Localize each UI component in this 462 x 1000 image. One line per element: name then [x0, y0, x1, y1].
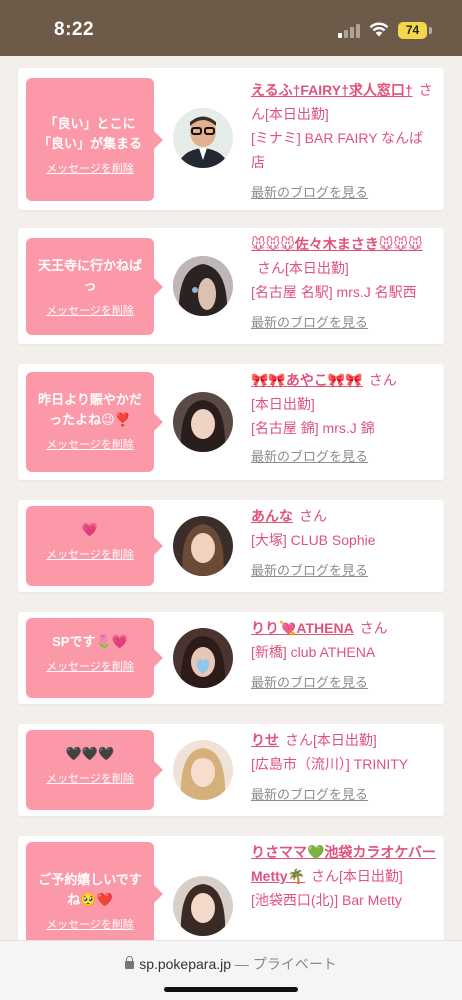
work-status: [本日出勤]: [251, 396, 315, 412]
shop-name: [広島市（流川）] TRINITY: [251, 756, 409, 772]
honorific: さん: [299, 508, 327, 524]
message-bubble: SPです🌷💗 メッセージを削除: [26, 618, 163, 698]
message-card: SPです🌷💗 メッセージを削除 りり💘ATHENA さん [新橋] club AT…: [18, 612, 444, 704]
shop-name: [大塚] CLUB Sophie: [251, 532, 376, 548]
card-info: えるふ†FAIRY†求人窓口† さん[本日出勤] [ミナミ] BAR FAIRY …: [251, 78, 437, 205]
latest-blog-link[interactable]: 最新のブログを見る: [251, 449, 368, 464]
status-time: 8:22: [54, 19, 95, 40]
woman-avatar-icon: [173, 392, 233, 452]
message-text: 💗: [81, 522, 99, 537]
woman-hair-clip-avatar-icon: [173, 256, 233, 316]
card-info: あんな さん [大塚] CLUB Sophie 最新のブログを見る: [251, 504, 437, 583]
honorific: さん: [359, 620, 388, 636]
battery-tip: [429, 27, 432, 34]
message-text: 昨日より賑やかだったよね😉❣️: [38, 392, 142, 427]
honorific: さん: [311, 868, 339, 884]
signal-icon: [338, 24, 362, 38]
message-text: 🖤🖤🖤: [65, 746, 115, 761]
cast-name-link[interactable]: えるふ†FAIRY†求人窓口†: [251, 82, 413, 98]
message-text: 「良い」とこに「良い」が集まる: [37, 116, 142, 151]
avatar[interactable]: [173, 392, 233, 452]
delete-message-link[interactable]: メッセージを削除: [32, 770, 148, 786]
card-info: 🐭🐭🐭佐々木まさき🐭🐭🐭さん[本日出勤] [名古屋 名駅] mrs.J 名駅西 …: [251, 232, 437, 335]
lock-icon: [125, 956, 135, 969]
latest-blog-link[interactable]: 最新のブログを見る: [251, 675, 368, 690]
message-text: 天王寺に行かねばっ: [37, 258, 142, 293]
work-status: [本日出勤]: [265, 106, 329, 122]
avatar[interactable]: [173, 740, 233, 800]
card-info: りさママ💚池袋カラオケバーMetty🌴 さん[本日出勤] [池袋西口(北)] Ba…: [251, 840, 437, 912]
card-info: りり💘ATHENA さん [新橋] club ATHENA 最新のブログを見る: [251, 616, 437, 695]
man-with-glasses-avatar-icon: [173, 108, 233, 168]
message-card: 「良い」とこに「良い」が集まる メッセージを削除 えるふ†FAIRY†求人窓口†…: [18, 68, 444, 210]
avatar[interactable]: [173, 516, 233, 576]
message-bubble: 💗 メッセージを削除: [26, 506, 163, 586]
cast-name-link[interactable]: りせ: [251, 732, 279, 748]
card-info: りせ さん[本日出勤] [広島市（流川）] TRINITY 最新のブログを見る: [251, 728, 437, 807]
work-status: [本日出勤]: [313, 732, 377, 748]
message-text: SPです🌷💗: [52, 634, 128, 649]
woman-heart-sticker-avatar-icon: [173, 628, 233, 688]
blonde-woman-avatar-icon: [173, 740, 233, 800]
url-domain: sp.pokepara.jp: [139, 956, 232, 972]
avatar[interactable]: [173, 876, 233, 936]
message-text: ご予約嬉しいですね🥺❤️: [38, 872, 142, 907]
work-status: [本日出勤]: [339, 868, 403, 884]
avatar[interactable]: [173, 108, 233, 168]
work-status: [本日出勤]: [285, 260, 349, 276]
cast-name-link[interactable]: りり💘ATHENA: [251, 620, 354, 636]
card-info: 🎀🎀あやこ🎀🎀 さん [本日出勤] [名古屋 錦] mrs.J 錦 最新のブログを…: [251, 368, 437, 469]
message-card: 🖤🖤🖤 メッセージを削除 りせ さん[本日出勤] [広島市（流川）] TRINIT…: [18, 724, 444, 816]
shop-name: [名古屋 名駅] mrs.J 名駅西: [251, 284, 417, 300]
browsing-mode: プライベート: [252, 956, 337, 972]
message-bubble: 🖤🖤🖤 メッセージを削除: [26, 730, 163, 810]
delete-message-link[interactable]: メッセージを削除: [32, 916, 148, 932]
latest-blog-link[interactable]: 最新のブログを見る: [251, 185, 368, 200]
shop-name: [ミナミ] BAR FAIRY なんば店: [251, 130, 424, 170]
wifi-icon: [369, 22, 389, 37]
latest-blog-link[interactable]: 最新のブログを見る: [251, 787, 368, 802]
message-bubble: ご予約嬉しいですね🥺❤️ メッセージを削除: [26, 842, 163, 946]
status-bar: 8:22 74: [0, 0, 462, 56]
message-card: 💗 メッセージを削除 あんな さん [大塚] CLUB Sophie 最新のブログ…: [18, 500, 444, 592]
home-indicator[interactable]: [164, 987, 298, 992]
delete-message-link[interactable]: メッセージを削除: [32, 160, 148, 176]
honorific: さん: [368, 372, 397, 388]
delete-message-link[interactable]: メッセージを削除: [32, 658, 148, 674]
cast-name-link[interactable]: 🐭🐭🐭佐々木まさき🐭🐭🐭: [251, 236, 423, 252]
avatar[interactable]: [173, 256, 233, 316]
shop-name: [新橋] club ATHENA: [251, 644, 376, 660]
avatar[interactable]: [173, 628, 233, 688]
message-card: 昨日より賑やかだったよね😉❣️ メッセージを削除 🎀🎀あやこ🎀🎀 さん [本日出勤…: [18, 364, 444, 480]
latest-blog-link[interactable]: 最新のブログを見る: [251, 315, 368, 330]
message-card: 天王寺に行かねばっ メッセージを削除 🐭🐭🐭佐々木まさき🐭🐭🐭さん[本日出勤] …: [18, 228, 444, 344]
honorific: さん: [257, 260, 285, 276]
message-card: ご予約嬉しいですね🥺❤️ メッセージを削除 りさママ💚池袋カラオケバーMetty…: [18, 836, 444, 946]
shop-name: [名古屋 錦] mrs.J 錦: [251, 420, 375, 436]
latest-blog-link[interactable]: 最新のブログを見る: [251, 563, 368, 578]
url-separator: —: [234, 956, 249, 972]
message-bubble: 「良い」とこに「良い」が集まる メッセージを削除: [26, 78, 163, 201]
honorific: さん: [285, 732, 313, 748]
woman-avatar-icon: [173, 516, 233, 576]
message-bubble: 天王寺に行かねばっ メッセージを削除: [26, 238, 163, 335]
url-display[interactable]: sp.pokepara.jp — プライベート: [0, 954, 462, 974]
cast-name-link[interactable]: 🎀🎀あやこ🎀🎀: [251, 372, 363, 388]
delete-message-link[interactable]: メッセージを削除: [32, 546, 148, 562]
delete-message-link[interactable]: メッセージを削除: [32, 302, 148, 318]
cast-name-link[interactable]: あんな: [251, 508, 293, 524]
delete-message-link[interactable]: メッセージを削除: [32, 436, 148, 452]
message-bubble: 昨日より賑やかだったよね😉❣️ メッセージを削除: [26, 372, 163, 472]
shop-name: [池袋西口(北)] Bar Metty: [251, 892, 402, 908]
battery-icon: 74: [398, 22, 427, 39]
woman-avatar-icon: [173, 876, 233, 936]
